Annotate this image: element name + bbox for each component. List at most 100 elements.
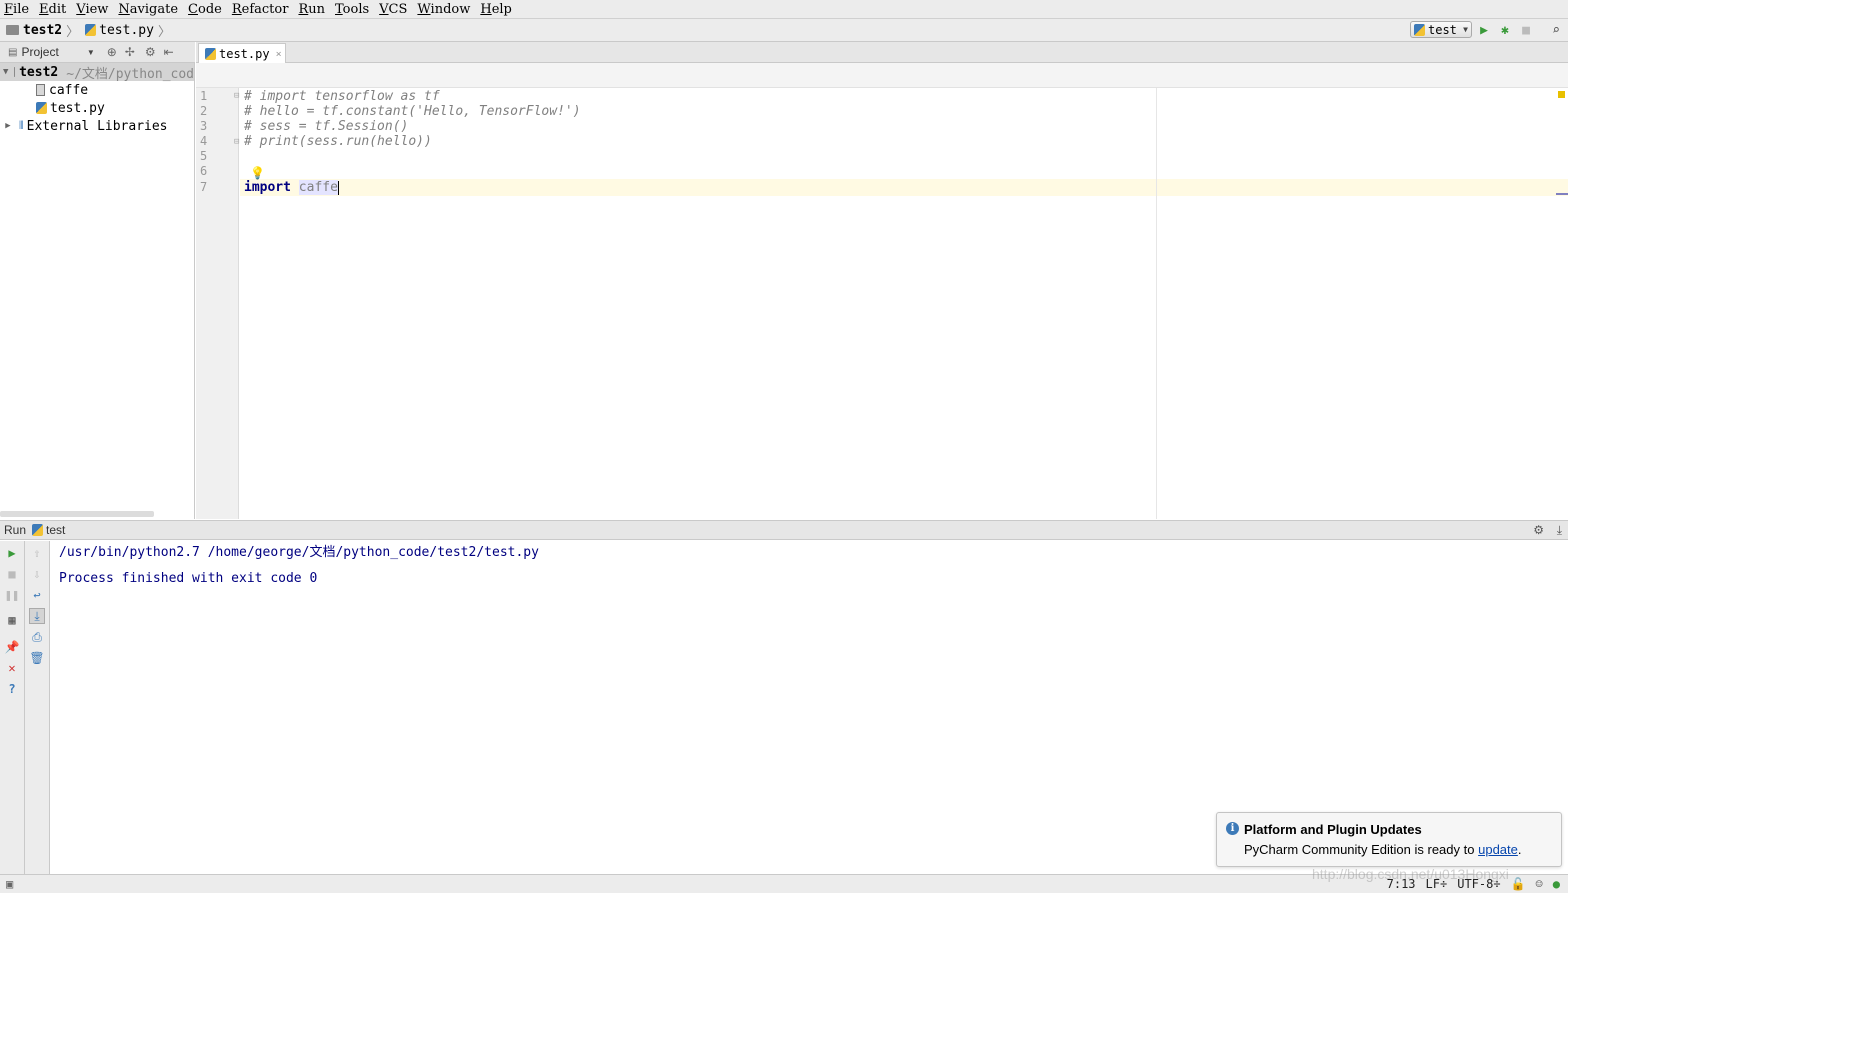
update-notification[interactable]: i Platform and Plugin Updates PyCharm Co… (1216, 812, 1562, 867)
scrollbar-marker (1556, 193, 1568, 195)
lock-icon[interactable]: 🔓 (1511, 877, 1526, 891)
folder-icon (14, 67, 16, 77)
line-number: 7 (200, 180, 208, 194)
restore-layout-icon[interactable]: ▦ (4, 612, 20, 628)
horizontal-scrollbar[interactable] (0, 511, 154, 517)
lightbulb-icon[interactable]: 💡 (250, 166, 265, 180)
notification-text: PyCharm Community Edition is ready to (1244, 842, 1475, 857)
pin-icon[interactable]: 📌 (4, 639, 20, 655)
folder-icon (6, 25, 19, 35)
code-line: # hello = tf.constant('Hello, TensorFlow… (244, 104, 581, 119)
editor-tab-bar: test.py × (196, 42, 1568, 64)
trash-icon[interactable]: 🗑 (29, 650, 45, 666)
watermark: http://blog.csdn.net/u013Hongxi (1312, 866, 1509, 882)
breadcrumb-file[interactable]: test.py 〉 (85, 21, 171, 40)
code-editor[interactable]: # import tensorflow as tf # hello = tf.c… (240, 88, 1568, 519)
line-number: 6 (200, 164, 208, 178)
help-icon[interactable]: ? (4, 681, 20, 697)
tree-item-test-py[interactable]: test.py (36, 99, 105, 117)
event-log-icon[interactable]: ● (1553, 877, 1560, 891)
breadcrumb-file-label: test.py (99, 22, 154, 38)
tree-item-external-libraries[interactable]: ▶ ⫴ External Libraries (0, 117, 167, 135)
run-icon[interactable]: ▶ (1476, 22, 1492, 38)
run-toolbar-secondary: ⇧ ⇩ ↩ ⤓ ⎙ 🗑 (25, 541, 50, 874)
close-icon[interactable]: ✕ (4, 660, 20, 676)
tree-item-test2[interactable]: ▼ test2 ~/文档/python_cod (0, 63, 194, 82)
scroll-from-source-icon[interactable]: ⊕ (107, 45, 117, 59)
menu-code[interactable]: Code (188, 2, 222, 17)
gear-icon[interactable]: ⚙ (1533, 523, 1544, 537)
expand-arrow-icon[interactable]: ▼ (3, 67, 8, 77)
project-panel-header: ▤ Project ▼ ⊕ ✢ ⚙ ⇤ (0, 42, 195, 63)
fold-icon[interactable]: ⊟ (234, 91, 239, 101)
menu-help[interactable]: Help (480, 2, 512, 17)
run-tab-label[interactable]: test (46, 523, 65, 537)
tree-item-label: test2 (19, 64, 59, 80)
fold-icon[interactable]: ⊟ (234, 137, 239, 147)
warning-marker-icon[interactable] (1558, 91, 1565, 98)
gear-icon[interactable]: ⚙ (145, 45, 156, 59)
tree-item-caffe[interactable]: caffe (36, 81, 88, 99)
chevron-down-icon[interactable]: ▼ (87, 48, 95, 57)
menu-vcs[interactable]: VCS (379, 2, 407, 17)
breadcrumb-separator: 〉 (157, 24, 171, 40)
code-line: # import tensorflow as tf (244, 89, 440, 104)
collapse-all-icon[interactable]: ✢ (125, 45, 135, 59)
menu-tools[interactable]: Tools (335, 2, 369, 17)
code-line: # print(sess.run(hello)) (244, 134, 432, 149)
text-caret (337, 180, 339, 195)
scroll-to-end-icon[interactable]: ⤓ (29, 608, 45, 624)
pause-icon[interactable]: ❚❚ (4, 587, 20, 603)
stop-icon[interactable]: ■ (1518, 22, 1534, 38)
menu-bar: File Edit View Navigate Code Refactor Ru… (0, 0, 1568, 19)
update-link[interactable]: update (1478, 842, 1518, 857)
right-margin-guide (1156, 88, 1157, 519)
print-icon[interactable]: ⎙ (29, 629, 45, 645)
tool-windows-icon[interactable]: ▣ (6, 877, 13, 891)
menu-run[interactable]: Run (298, 2, 325, 17)
debug-icon[interactable]: ✱ (1497, 22, 1513, 38)
python-file-icon (205, 48, 216, 60)
library-icon: ⫴ (19, 119, 24, 132)
expand-arrow-icon[interactable]: ▶ (3, 121, 13, 131)
hide-panel-icon[interactable]: ⤓ (1557, 523, 1562, 538)
line-number: 2 (200, 104, 208, 118)
project-tree: ▼ test2 ~/文档/python_cod caffe test.py ▶ … (0, 63, 195, 519)
python-file-icon (85, 24, 97, 36)
menu-refactor[interactable]: Refactor (232, 2, 289, 17)
menu-file[interactable]: File (4, 2, 29, 17)
tab-label: test.py (219, 47, 270, 61)
navigation-bar: test2 〉 test.py 〉 test ▼ ▶ ✱ ■ ⌕ (0, 19, 1568, 42)
editor-breadcrumb-strip (196, 63, 1568, 88)
project-view-icon: ▤ (8, 46, 18, 58)
keyword-import: import (244, 180, 291, 195)
hide-panel-icon[interactable]: ⇤ (164, 45, 174, 59)
menu-view[interactable]: View (76, 2, 108, 17)
line-number: 3 (200, 119, 208, 133)
notification-title: Platform and Plugin Updates (1244, 822, 1422, 837)
run-panel-header: Run test ⚙ ⤓ (0, 520, 1568, 540)
arrow-up-icon[interactable]: ⇧ (29, 545, 45, 561)
run-config-selector[interactable]: test ▼ (1410, 21, 1472, 38)
project-view-selector[interactable]: Project (21, 45, 58, 59)
search-icon[interactable]: ⌕ (1548, 22, 1564, 38)
line-number: 4 (200, 134, 208, 148)
run-toolbar-primary: ▶ ■ ❚❚ ▦ 📌 ✕ ? (0, 541, 25, 874)
breadcrumb-project[interactable]: test2 〉 (6, 21, 79, 40)
menu-edit[interactable]: Edit (39, 2, 66, 17)
console-line: /usr/bin/python2.7 /home/george/文档/pytho… (59, 545, 539, 560)
inspector-icon[interactable]: ☺ (1536, 877, 1543, 891)
stop-icon[interactable]: ■ (4, 566, 20, 582)
line-number: 5 (200, 149, 208, 163)
line-number: 1 (200, 89, 208, 103)
python-file-icon (36, 102, 47, 114)
menu-navigate[interactable]: Navigate (118, 2, 178, 17)
arrow-down-icon[interactable]: ⇩ (29, 566, 45, 582)
soft-wrap-icon[interactable]: ↩ (29, 587, 45, 603)
tab-test-py[interactable]: test.py × (198, 43, 286, 64)
rerun-icon[interactable]: ▶ (4, 545, 20, 561)
breadcrumb-project-label: test2 (23, 22, 63, 38)
menu-window[interactable]: Window (417, 2, 470, 17)
close-icon[interactable]: × (276, 49, 282, 60)
identifier-caffe: caffe (298, 180, 338, 195)
